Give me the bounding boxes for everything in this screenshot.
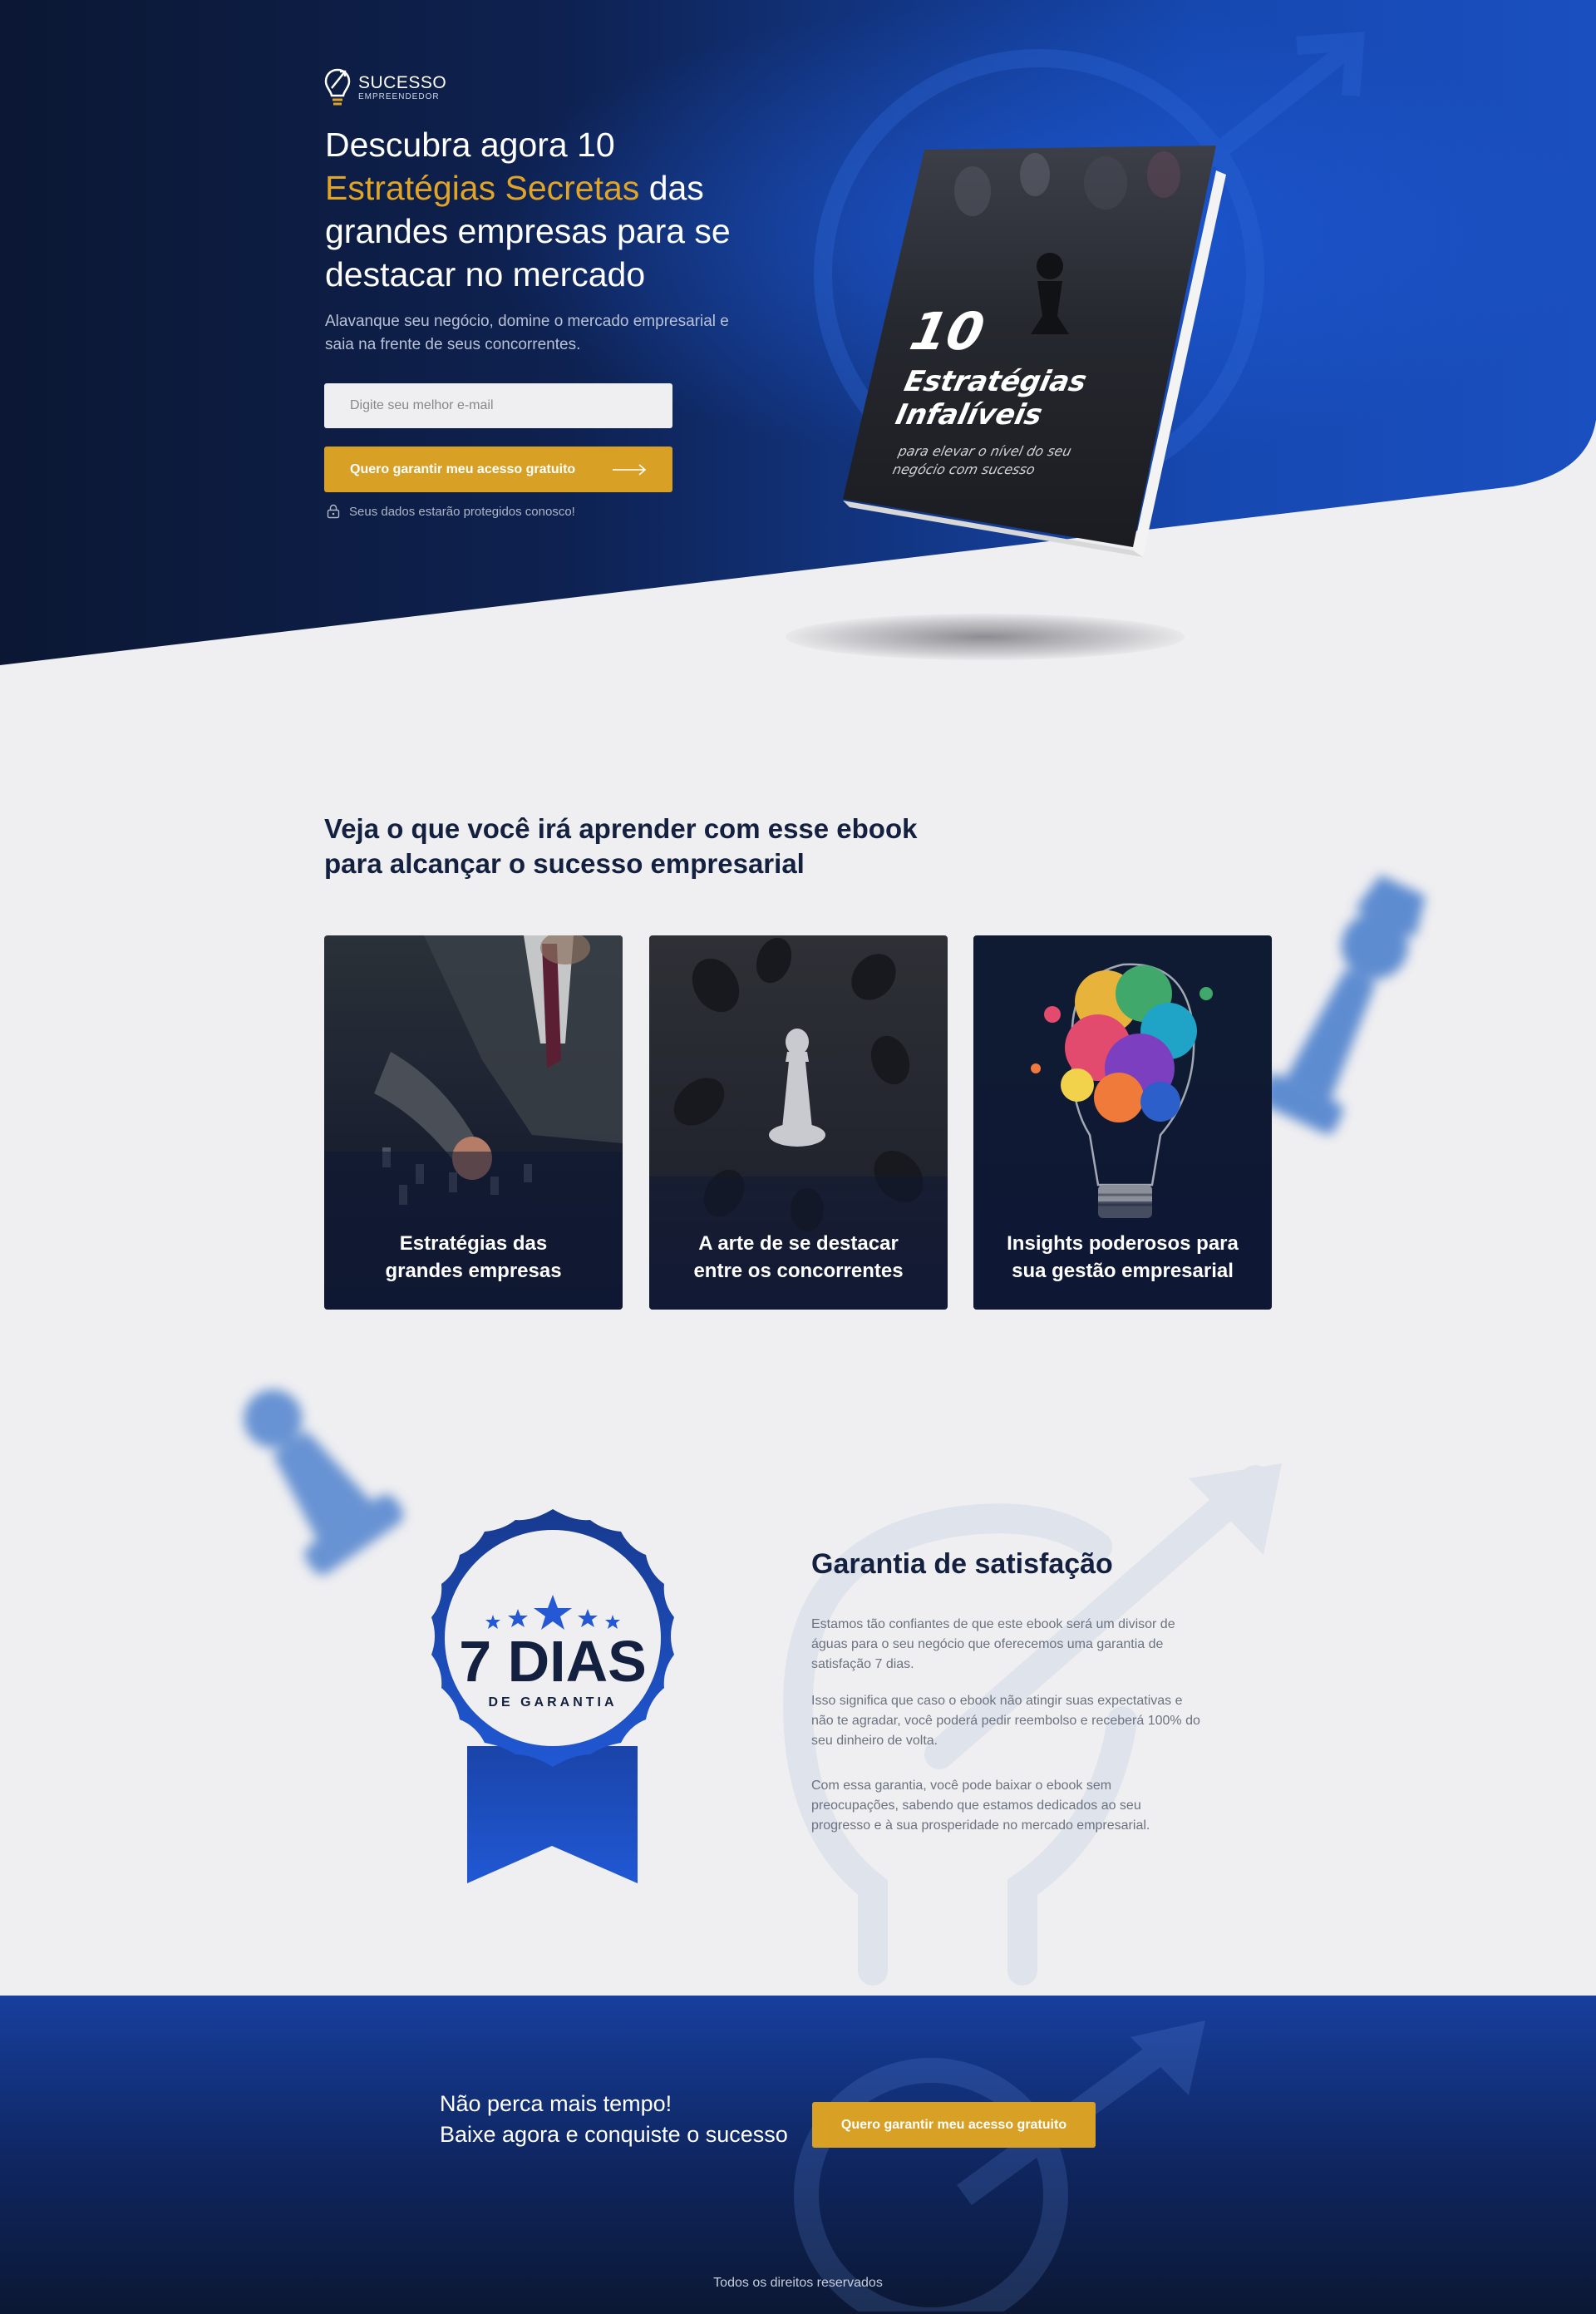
badge-subtitle: DE GARANTIA	[488, 1695, 617, 1710]
guarantee-paragraph-1: Estamos tão confiantes de que este ebook…	[811, 1617, 1175, 1671]
brand-name: SUCESSO	[358, 73, 447, 92]
arrow-right-icon	[613, 463, 647, 476]
brand-tagline: EMPREENDEDOR	[358, 92, 440, 101]
learn-title-line2: para alcançar o sucesso empresarial	[324, 848, 805, 879]
privacy-text: Seus dados estarão protegidos conosco!	[349, 504, 575, 519]
badge-days: 7 DIAS	[459, 1629, 647, 1694]
final-cta-button[interactable]: Quero garantir meu acesso gratuito	[812, 2102, 1096, 2148]
chess-pawn-decoration	[244, 1389, 404, 1575]
hero-cta-label: Quero garantir meu acesso gratuito	[350, 461, 576, 476]
ebook-cover: 10 Estratégias Infalíveis para elevar o …	[843, 146, 1226, 557]
feature-card-stand-out: A arte de se destacar entre os concorrent…	[649, 935, 948, 1310]
card-label-insights: Insights poderosos para sua gestão empres…	[1007, 1232, 1239, 1282]
brand-logo[interactable]: SUCESSO EMPREENDEDOR	[323, 67, 446, 110]
book-number: 10	[905, 302, 990, 362]
hero-background	[0, 0, 1596, 665]
book-subtitle-line1: para elevar o nível do seu	[896, 443, 1073, 459]
privacy-note: Seus dados estarão protegidos conosco!	[326, 504, 575, 519]
lightbulb-icon	[324, 68, 351, 106]
brand-text: SUCESSO EMPREENDEDOR	[358, 74, 446, 102]
feature-card-insights: Insights poderosos para sua gestão empres…	[973, 935, 1272, 1310]
band-growth-decoration	[794, 2020, 1205, 2312]
learn-title-line1: Veja o que você irá aprender com esse eb…	[324, 813, 918, 844]
book-shadow	[786, 614, 1185, 660]
learn-section-title: Veja o que você irá aprender com esse eb…	[324, 812, 989, 881]
book-subtitle-line2: negócio com sucesso	[891, 461, 1037, 477]
guarantee-paragraph-2: Isso significa que caso o ebook não atin…	[811, 1694, 1200, 1748]
hero-title-accent: Estratégias Secretas	[325, 169, 640, 207]
card-label-strategies: Estratégias das grandes empresas	[385, 1232, 562, 1282]
card-label-stand-out: A arte de se destacar entre os concorrent…	[693, 1232, 904, 1282]
guarantee-paragraph-3: Com essa garantia, você pode baixar o eb…	[811, 1779, 1150, 1833]
chess-piece-decoration	[1264, 875, 1426, 1134]
book-title-line2: Infalíveis	[893, 398, 1045, 432]
feature-card-strategies: Estratégias das grandes empresas	[324, 935, 623, 1310]
guarantee-title: Garantia de satisfação	[811, 1548, 1113, 1580]
book-title-line1: Estratégias	[901, 365, 1089, 398]
footer-copyright: Todos os direitos reservados	[713, 2276, 883, 2290]
hero-title: Descubra agora 10 Estratégias Secretas da…	[325, 123, 791, 296]
hero-cta-button[interactable]: Quero garantir meu acesso gratuito	[324, 447, 672, 492]
final-cta-line1: Não perca mais tempo!	[440, 2091, 672, 2116]
hero-title-part1: Descubra agora 10	[325, 126, 615, 164]
final-cta-line2: Baixe agora e conquiste o sucesso	[440, 2122, 788, 2147]
hero-subtitle: Alavanque seu negócio, domine o mercado …	[325, 313, 729, 353]
guarantee-badge: 7 DIAS DE GARANTIA	[431, 1509, 674, 1892]
email-input[interactable]	[324, 383, 672, 428]
landing-page: SUCESSO EMPREENDEDOR Descubra agora 10 Es…	[0, 0, 1596, 2314]
lock-icon	[327, 504, 340, 519]
